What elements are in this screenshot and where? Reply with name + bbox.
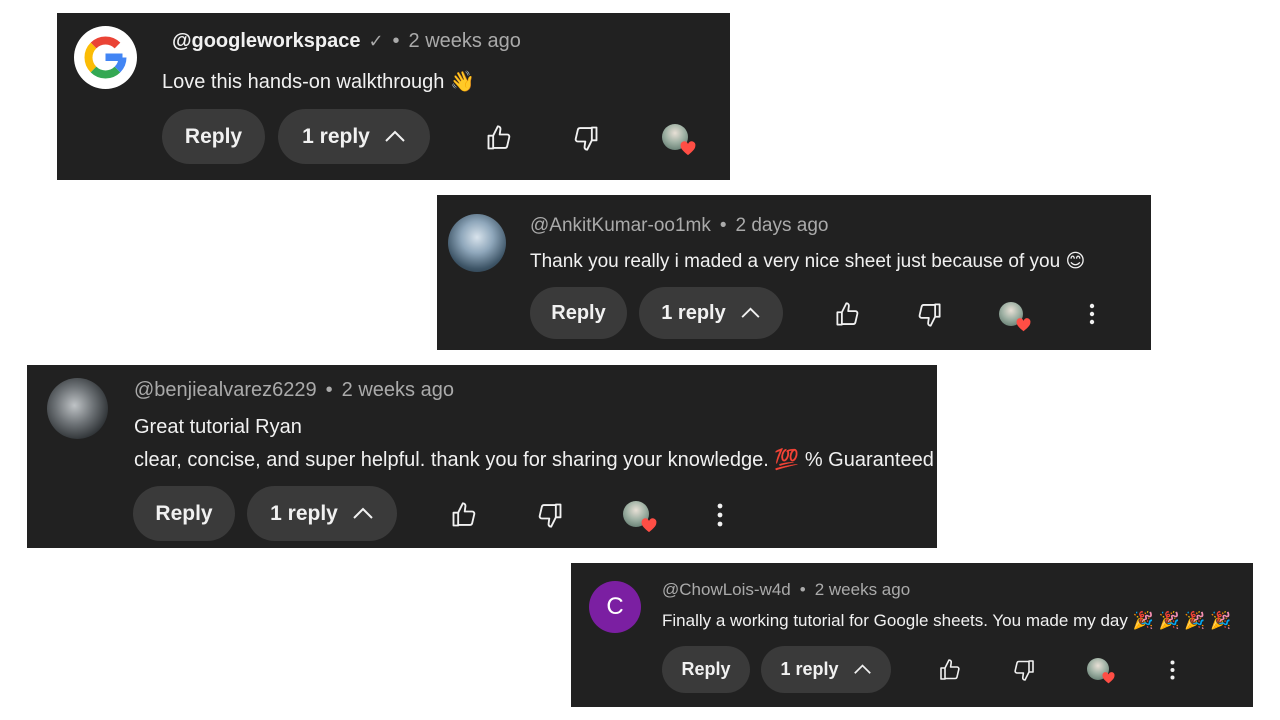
reply-button[interactable]: Reply [530, 287, 627, 339]
replies-toggle-button[interactable]: 1 reply [278, 109, 430, 164]
comment-card: C @ChowLois-w4d • 2 weeks ago Finally a … [571, 563, 1253, 707]
separator-dot: • [719, 215, 727, 236]
google-logo-icon [84, 36, 127, 79]
comment-text-line: Great tutorial Ryan [134, 416, 302, 438]
comment-time[interactable]: 2 days ago [736, 215, 829, 237]
chevron-up-icon [740, 302, 761, 325]
more-vert-icon[interactable] [1161, 655, 1183, 685]
thumbs-up-icon[interactable] [831, 298, 863, 330]
separator-dot: • [325, 379, 333, 401]
user-avatar[interactable] [448, 214, 506, 272]
replies-count: 1 reply [302, 124, 370, 148]
comment-time[interactable]: 2 weeks ago [409, 30, 521, 53]
comment-meta: @AnkitKumar-oo1mk • 2 days ago [530, 215, 828, 237]
thumbs-up-icon[interactable] [482, 121, 516, 155]
replies-toggle-button[interactable]: 1 reply [247, 486, 397, 541]
comment-meta: @benjiealvarez6229 • 2 weeks ago [134, 379, 454, 402]
creator-heart-icon [662, 124, 698, 158]
creator-heart-icon [1087, 658, 1117, 686]
replies-toggle-button[interactable]: 1 reply [761, 646, 891, 693]
thumbs-up-icon[interactable] [935, 655, 965, 685]
comment-meta: @googleworkspace ✓ • 2 weeks ago [172, 30, 521, 53]
chevron-up-icon [352, 502, 374, 526]
comment-text: Finally a working tutorial for Google sh… [662, 611, 1232, 630]
replies-count: 1 reply [780, 659, 839, 679]
thumbs-down-icon[interactable] [569, 121, 603, 155]
comment-time[interactable]: 2 weeks ago [342, 379, 454, 402]
comment-card: @benjiealvarez6229 • 2 weeks ago Great t… [27, 365, 937, 548]
comment-card: @googleworkspace ✓ • 2 weeks ago Love th… [57, 13, 730, 180]
comment-text: Thank you really i maded a very nice she… [530, 251, 1086, 272]
comment-card: @AnkitKumar-oo1mk • 2 days ago Thank you… [437, 195, 1151, 350]
reply-button[interactable]: Reply [133, 486, 235, 541]
comment-meta: @ChowLois-w4d • 2 weeks ago [662, 580, 910, 600]
comment-text-line: clear, concise, and super helpful. thank… [134, 449, 934, 471]
chevron-up-icon [853, 659, 872, 680]
more-vert-icon[interactable] [1080, 298, 1104, 330]
verified-icon: ✓ [368, 31, 384, 51]
reply-button[interactable]: Reply [662, 646, 750, 693]
comment-text: Love this hands-on walkthrough 👋 [162, 71, 475, 93]
comment-time[interactable]: 2 weeks ago [815, 580, 910, 600]
thumbs-up-icon[interactable] [447, 498, 481, 532]
creator-heart-icon [999, 302, 1033, 334]
chevron-up-icon [384, 125, 406, 149]
replies-count: 1 reply [661, 301, 726, 324]
thumbs-down-icon[interactable] [913, 298, 945, 330]
separator-dot: • [392, 30, 400, 52]
comment-author[interactable]: @googleworkspace [172, 30, 360, 53]
channel-avatar[interactable] [74, 26, 137, 89]
user-avatar[interactable] [47, 378, 108, 439]
more-vert-icon[interactable] [708, 498, 732, 532]
creator-heart-icon [623, 501, 659, 535]
user-avatar[interactable]: C [589, 581, 641, 633]
replies-count: 1 reply [270, 501, 338, 525]
thumbs-down-icon[interactable] [533, 498, 567, 532]
separator-dot: • [799, 580, 806, 599]
comment-author[interactable]: @benjiealvarez6229 [134, 379, 317, 402]
comment-author[interactable]: @AnkitKumar-oo1mk [530, 215, 711, 237]
replies-toggle-button[interactable]: 1 reply [639, 287, 783, 339]
reply-button[interactable]: Reply [162, 109, 265, 164]
thumbs-down-icon[interactable] [1009, 655, 1039, 685]
comment-author[interactable]: @ChowLois-w4d [662, 580, 791, 600]
